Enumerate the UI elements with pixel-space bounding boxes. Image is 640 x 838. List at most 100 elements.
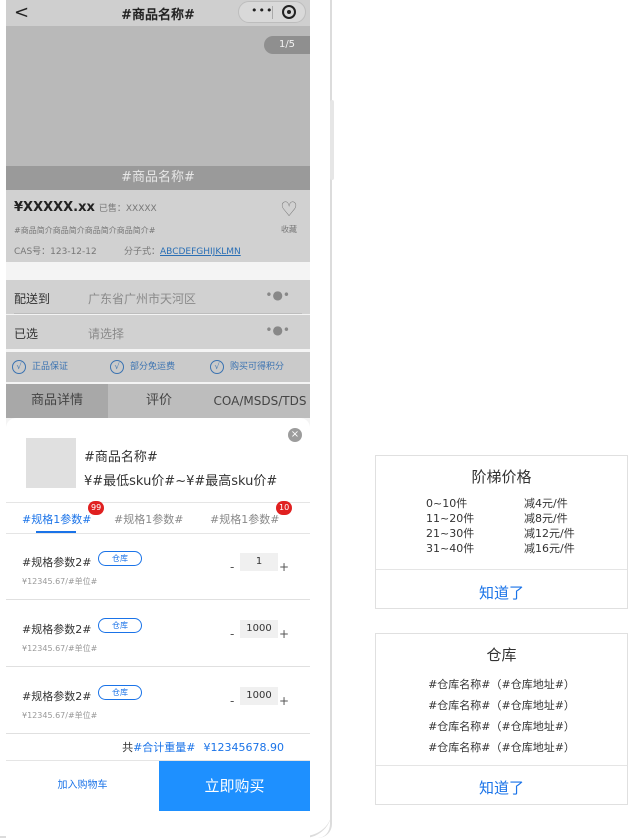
spec-unit-price: ¥12345.67/#单位# [22,711,98,720]
tier-row: 0~10件 减4元/件 [376,496,627,511]
action-bar: 加入购物车 立即购买 [6,760,310,811]
tab-documents[interactable]: COA/MSDS/TDS [210,384,310,418]
mini-program-capsule: ••• [238,1,306,23]
warehouse-line: #仓库名称#（#仓库地址#） [428,678,575,691]
gallery-product-name: #商品名称# [6,166,310,190]
tier-row: 21~30件 减12元/件 [376,526,627,541]
sku-selector-sheet: × #商品名称# ¥#最低sku价#~¥#最高sku价# #规格1参数# 99 … [6,418,310,838]
tier-discount: 减16元/件 [524,542,575,555]
tier-row: 11~20件 减8元/件 [376,511,627,526]
check-circle-icon: √ [110,360,124,374]
product-price: ¥XXXXX.xx [14,200,95,215]
delivery-row[interactable]: 配送到 广东省广州市天河区 •●• [6,280,310,314]
spec-name: #规格参数2# [22,623,92,636]
close-program-icon[interactable] [282,5,296,19]
tier-range: 0~10件 [426,497,468,510]
close-icon[interactable]: × [288,428,302,442]
navigation-bar: < #商品名称# ••• [6,0,310,26]
row-divider [14,313,302,314]
dialog-title: 阶梯价格 [471,468,532,486]
guarantee-item: √ 正品保证 [12,359,68,374]
tier-discount: 减4元/件 [524,497,568,510]
active-tab-underline [36,531,76,533]
warehouse-dialog-ok-button[interactable]: 知道了 [376,777,627,798]
tier-discount: 减12元/件 [524,527,575,540]
warehouse-line: #仓库名称#（#仓库地址#） [428,699,575,712]
dialog-title: 仓库 [486,646,517,664]
quantity-input[interactable]: 1000 [240,620,278,638]
tier-price-dialog: 阶梯价格 0~10件 减4元/件 11~20件 减8元/件 21~30件 减12… [375,455,628,609]
quantity-input[interactable]: 1 [240,553,278,571]
product-intro: #商品简介商品简介商品简介商品简介# [14,226,156,235]
increase-button[interactable]: + [279,560,289,574]
product-price-line: ¥XXXXX.xx 已售：XXXXX [14,200,157,215]
tier-range: 21~30件 [426,527,475,540]
tier-range: 11~20件 [426,512,475,525]
warehouse-tag[interactable]: 仓库 [98,618,142,633]
capsule-divider [272,6,273,19]
sheet-product-name: #商品名称# [84,450,158,465]
tab-reviews[interactable]: 评价 [108,384,210,418]
spec-row: #规格参数2# 仓库 ¥12345.67/#单位# - 1000 + [6,668,310,734]
spec-tab-3[interactable]: #规格1参数# [210,511,279,527]
decrease-button[interactable]: - [230,627,234,641]
spec-name: #规格参数2# [22,690,92,703]
spec-unit-price: ¥12345.67/#单位# [22,577,98,586]
selected-label: 已选 [14,327,39,341]
product-info: ¥XXXXX.xx 已售：XXXXX ♡ 收藏 #商品简介商品简介商品简介商品简介… [6,190,310,262]
product-thumbnail [26,438,76,488]
tier-dialog-ok-button[interactable]: 知道了 [376,582,627,603]
phone-side-button [330,100,334,180]
spec-unit-price: ¥12345.67/#单位# [22,644,98,653]
tab-details[interactable]: 商品详情 [6,384,108,418]
product-gallery[interactable]: 1/5 #商品名称# [6,26,310,190]
formula-label: 分子式： [124,247,161,257]
cas-number: CAS号：123-12-12 [14,247,97,257]
tier-range: 31~40件 [426,542,475,555]
favorite-label[interactable]: 收藏 [281,224,297,235]
guarantee-label: 购买可得积分 [230,362,285,372]
selected-value: 请选择 [88,327,125,341]
increase-button[interactable]: + [279,627,289,641]
total-price: ¥12345678.90 [203,741,284,754]
warehouse-line: #仓库名称#（#仓库地址#） [428,741,575,754]
warehouse-dialog: 仓库 #仓库名称#（#仓库地址#） #仓库名称#（#仓库地址#） #仓库名称#（… [375,633,628,805]
heart-icon[interactable]: ♡ [280,199,300,219]
delivery-label: 配送到 [14,292,51,306]
total-weight: #合计重量# [133,741,196,754]
guarantee-item: √ 购买可得积分 [210,359,284,374]
dialog-divider [376,569,627,570]
quantity-input[interactable]: 1000 [240,687,278,705]
guarantee-item: √ 部分免运费 [110,359,175,374]
summary-prefix: 共 [122,741,134,754]
warehouse-tag[interactable]: 仓库 [98,551,142,566]
spec-tabs: #规格1参数# 99 #规格1参数# #规格1参数# 10 [6,501,310,534]
spec-row: #规格参数2# 仓库 ¥12345.67/#单位# - 1000 + [6,601,310,667]
add-to-cart-button[interactable]: 加入购物车 [6,761,159,811]
warehouse-line: #仓库名称#（#仓库地址#） [428,720,575,733]
delivery-address: 广东省广州市天河区 [88,292,197,306]
spec-tab-1[interactable]: #规格1参数# [22,511,91,527]
check-circle-icon: √ [210,360,224,374]
formula-link[interactable]: ABCDEFGHIJKLMN [160,247,241,257]
warehouse-tag[interactable]: 仓库 [98,685,142,700]
order-summary: 共#合计重量# ¥12345678.90 [6,736,310,760]
detail-tabs: 商品详情 评价 COA/MSDS/TDS [6,384,310,418]
more-icon[interactable]: ••• [251,4,273,17]
count-badge: 10 [276,501,293,515]
spec-tab-2[interactable]: #规格1参数# [114,511,183,527]
check-circle-icon: √ [12,360,26,374]
dialog-divider [376,765,627,766]
decrease-button[interactable]: - [230,694,234,708]
buy-now-button[interactable]: 立即购买 [159,761,310,811]
spec-name: #规格参数2# [22,556,92,569]
spec-row: #规格参数2# 仓库 ¥12345.67/#单位# - 1 + [6,534,310,600]
increase-button[interactable]: + [279,694,289,708]
selected-row[interactable]: 已选 请选择 •●• [6,315,310,349]
sheet-price-range: ¥#最低sku价#~¥#最高sku价# [84,474,278,489]
decrease-button[interactable]: - [230,560,234,574]
guarantee-label: 部分免运费 [130,362,176,372]
tier-discount: 减8元/件 [524,512,568,525]
service-guarantees: √ 正品保证 √ 部分免运费 √ 购买可得积分 [6,352,310,382]
more-dots-icon: •●• [265,288,290,302]
